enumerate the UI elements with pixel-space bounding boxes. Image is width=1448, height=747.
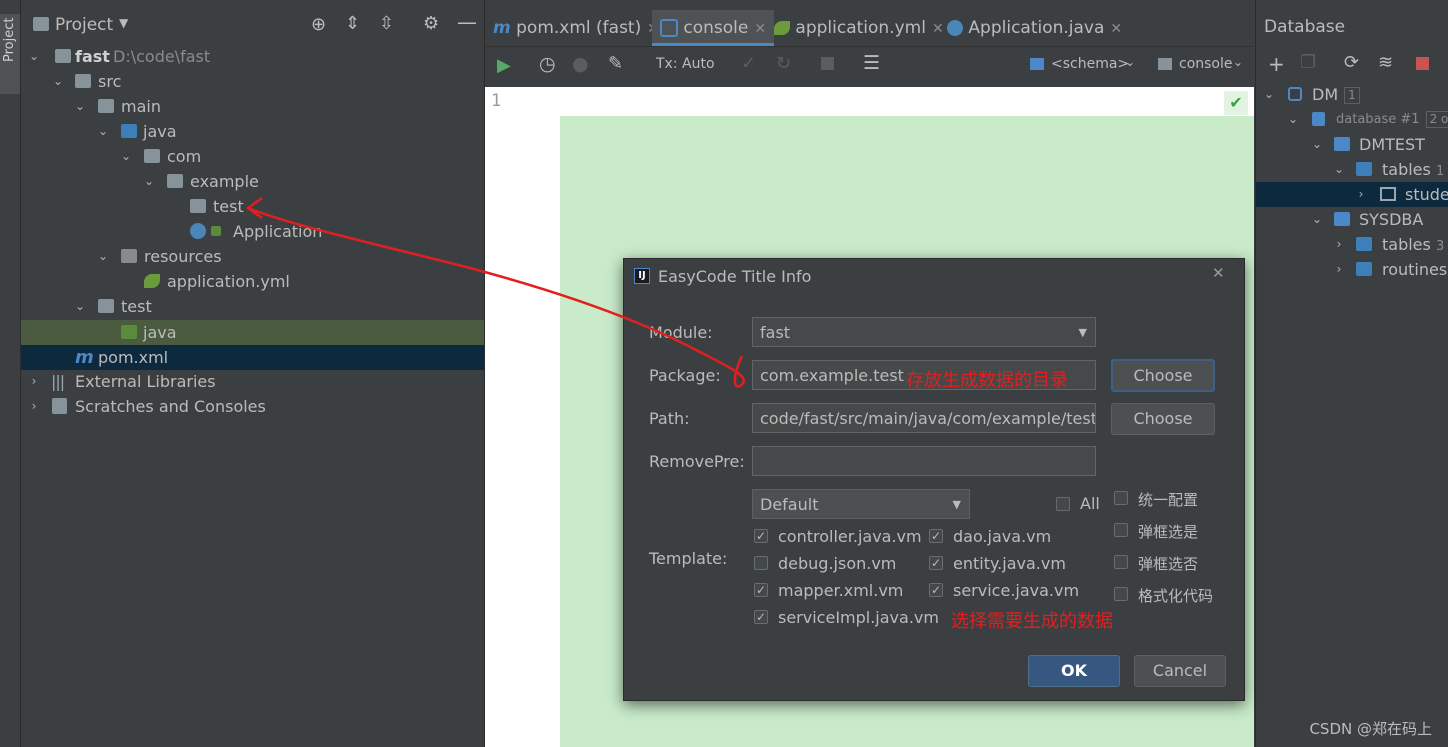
watermark: CSDN @郑在码上	[1309, 720, 1432, 738]
arrowhead-icon	[245, 196, 263, 220]
annotation-arrow	[245, 196, 746, 388]
annotation-arrow-line	[247, 206, 746, 388]
